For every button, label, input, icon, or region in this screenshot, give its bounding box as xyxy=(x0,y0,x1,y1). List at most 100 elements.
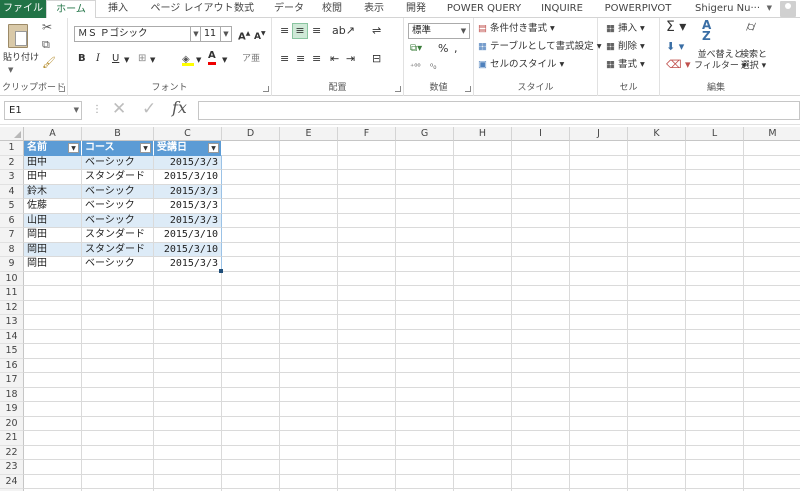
cell[interactable] xyxy=(222,242,280,257)
cell[interactable] xyxy=(628,373,686,388)
row-header[interactable]: 11 xyxy=(0,286,24,301)
cell[interactable] xyxy=(512,474,570,489)
cell[interactable] xyxy=(686,315,744,330)
cell[interactable] xyxy=(512,460,570,475)
cell[interactable] xyxy=(570,416,628,431)
cell[interactable] xyxy=(396,184,454,199)
cell[interactable] xyxy=(686,387,744,402)
cell[interactable] xyxy=(396,155,454,170)
cell[interactable] xyxy=(686,141,744,156)
cell[interactable] xyxy=(686,402,744,417)
font-size-select[interactable]: 11 ▼ xyxy=(200,26,232,42)
cell[interactable] xyxy=(744,475,800,489)
cell[interactable] xyxy=(24,416,82,431)
cell[interactable] xyxy=(280,213,338,228)
cell[interactable] xyxy=(454,271,512,286)
row-header[interactable]: 19 xyxy=(0,402,24,417)
cell[interactable] xyxy=(744,330,800,344)
filter-dropdown-icon[interactable]: ▼ xyxy=(208,143,219,153)
row-header[interactable]: 1 xyxy=(0,141,24,156)
cell[interactable] xyxy=(396,474,454,489)
cell[interactable] xyxy=(280,416,338,431)
increase-decimal-icon[interactable]: ⁺⁰⁰ xyxy=(410,60,421,74)
cell[interactable] xyxy=(512,329,570,344)
cell[interactable] xyxy=(280,344,338,359)
cell[interactable] xyxy=(570,286,628,301)
cell[interactable] xyxy=(396,445,454,460)
table-cell[interactable]: ベーシック xyxy=(82,213,154,228)
cell[interactable] xyxy=(154,358,222,373)
column-header[interactable]: I xyxy=(512,127,570,141)
cell[interactable] xyxy=(454,184,512,199)
cell[interactable] xyxy=(744,199,800,214)
cell[interactable] xyxy=(338,445,396,460)
cell[interactable] xyxy=(744,170,800,185)
table-header-cell[interactable]: コース ▼ xyxy=(82,141,154,156)
tab-powerpivot[interactable]: POWERPIVOT xyxy=(602,0,674,18)
table-cell[interactable]: 2015/3/3 xyxy=(154,199,222,214)
find-select-button[interactable]: 検索と 選択 ▾ xyxy=(740,50,767,72)
cell[interactable] xyxy=(154,445,222,460)
cell[interactable] xyxy=(154,460,222,475)
cell[interactable] xyxy=(570,141,628,156)
cell[interactable] xyxy=(628,155,686,170)
cell[interactable] xyxy=(454,344,512,359)
cell[interactable] xyxy=(570,257,628,272)
table-cell[interactable]: 岡田 xyxy=(24,242,82,257)
cell[interactable] xyxy=(454,199,512,214)
cell[interactable] xyxy=(338,344,396,359)
row-header[interactable]: 15 xyxy=(0,344,24,359)
cell[interactable] xyxy=(686,329,744,344)
fill-icon[interactable]: ⬇ ▾ xyxy=(666,40,684,54)
table-cell[interactable]: ベーシック xyxy=(82,184,154,199)
align-center-icon[interactable]: ≡ xyxy=(296,52,305,66)
row-header[interactable]: 9 xyxy=(0,257,24,272)
cell[interactable] xyxy=(512,213,570,228)
cell[interactable] xyxy=(744,417,800,431)
column-header[interactable]: F xyxy=(338,127,396,141)
clear-icon[interactable]: ⌫ ▾ xyxy=(666,58,691,72)
row-header[interactable]: 2 xyxy=(0,155,24,170)
cell[interactable] xyxy=(454,228,512,243)
column-header[interactable]: J xyxy=(570,127,628,141)
cell[interactable] xyxy=(396,387,454,402)
cell[interactable] xyxy=(222,431,280,446)
chevron-down-icon[interactable]: ▼ xyxy=(767,0,772,17)
table-cell[interactable]: 山田 xyxy=(24,213,82,228)
cell[interactable] xyxy=(570,213,628,228)
cell[interactable] xyxy=(396,344,454,359)
cancel-icon[interactable]: ✕ xyxy=(112,99,126,119)
cell[interactable] xyxy=(338,402,396,417)
cell[interactable] xyxy=(628,228,686,243)
cell[interactable] xyxy=(628,286,686,301)
cell[interactable] xyxy=(24,387,82,402)
cell[interactable] xyxy=(82,431,154,446)
cell[interactable] xyxy=(570,402,628,417)
align-left-icon[interactable]: ≡ xyxy=(280,52,289,66)
fill-color-icon[interactable]: ◈ xyxy=(182,54,194,66)
cell[interactable] xyxy=(686,170,744,185)
cell[interactable] xyxy=(338,141,396,156)
cell[interactable] xyxy=(222,460,280,475)
bold-icon[interactable]: B xyxy=(78,52,86,66)
cell[interactable] xyxy=(280,402,338,417)
table-cell[interactable]: ベーシック xyxy=(82,199,154,214)
cell[interactable] xyxy=(280,460,338,475)
cell[interactable] xyxy=(454,474,512,489)
tab-review[interactable]: 校閲 xyxy=(320,0,344,18)
cell[interactable] xyxy=(24,344,82,359)
formula-input[interactable] xyxy=(198,101,800,120)
cell[interactable] xyxy=(512,184,570,199)
cell[interactable] xyxy=(570,184,628,199)
cell[interactable] xyxy=(82,445,154,460)
row-header[interactable]: 14 xyxy=(0,329,24,344)
table-cell[interactable]: ベーシック xyxy=(82,155,154,170)
row-header[interactable]: 7 xyxy=(0,228,24,243)
cell[interactable] xyxy=(628,271,686,286)
insert-cells-button[interactable]: ▦ 挿入 ▾ xyxy=(606,22,645,36)
dialog-launcher-icon[interactable] xyxy=(59,86,65,92)
cell[interactable] xyxy=(222,387,280,402)
chevron-down-icon[interactable]: ▼ xyxy=(74,102,79,119)
cell[interactable] xyxy=(280,373,338,388)
row-header[interactable]: 21 xyxy=(0,431,24,446)
